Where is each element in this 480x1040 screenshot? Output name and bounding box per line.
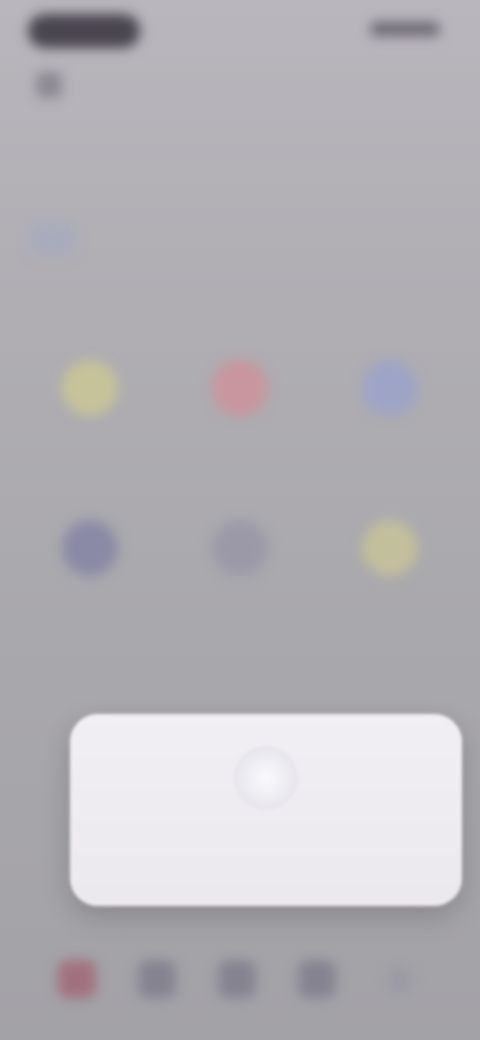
app-screen xyxy=(0,0,480,1040)
profile-icon[interactable] xyxy=(298,960,336,998)
status-indicators xyxy=(370,22,440,36)
search-icon[interactable] xyxy=(138,960,176,998)
grid-tile[interactable] xyxy=(316,340,464,480)
bulb-icon xyxy=(362,520,418,576)
settings-icon xyxy=(212,520,268,576)
grid-tile[interactable] xyxy=(316,500,464,640)
back-icon[interactable] xyxy=(36,72,62,98)
shield-icon xyxy=(62,520,118,576)
grid-tile[interactable] xyxy=(16,500,164,640)
grid-tile[interactable] xyxy=(16,340,164,480)
tab-bar xyxy=(0,930,480,1040)
home-icon[interactable] xyxy=(58,960,96,998)
heart-icon xyxy=(212,360,268,416)
info-icon xyxy=(234,746,298,810)
more-icon[interactable] xyxy=(388,968,412,992)
row-icon xyxy=(30,222,76,256)
bell-icon[interactable] xyxy=(218,960,256,998)
grid-tile[interactable] xyxy=(166,340,314,480)
star-icon xyxy=(62,360,118,416)
toast-popup xyxy=(70,714,462,906)
status-bar-pill xyxy=(28,14,140,48)
grid-tile[interactable] xyxy=(166,500,314,640)
globe-icon xyxy=(362,360,418,416)
